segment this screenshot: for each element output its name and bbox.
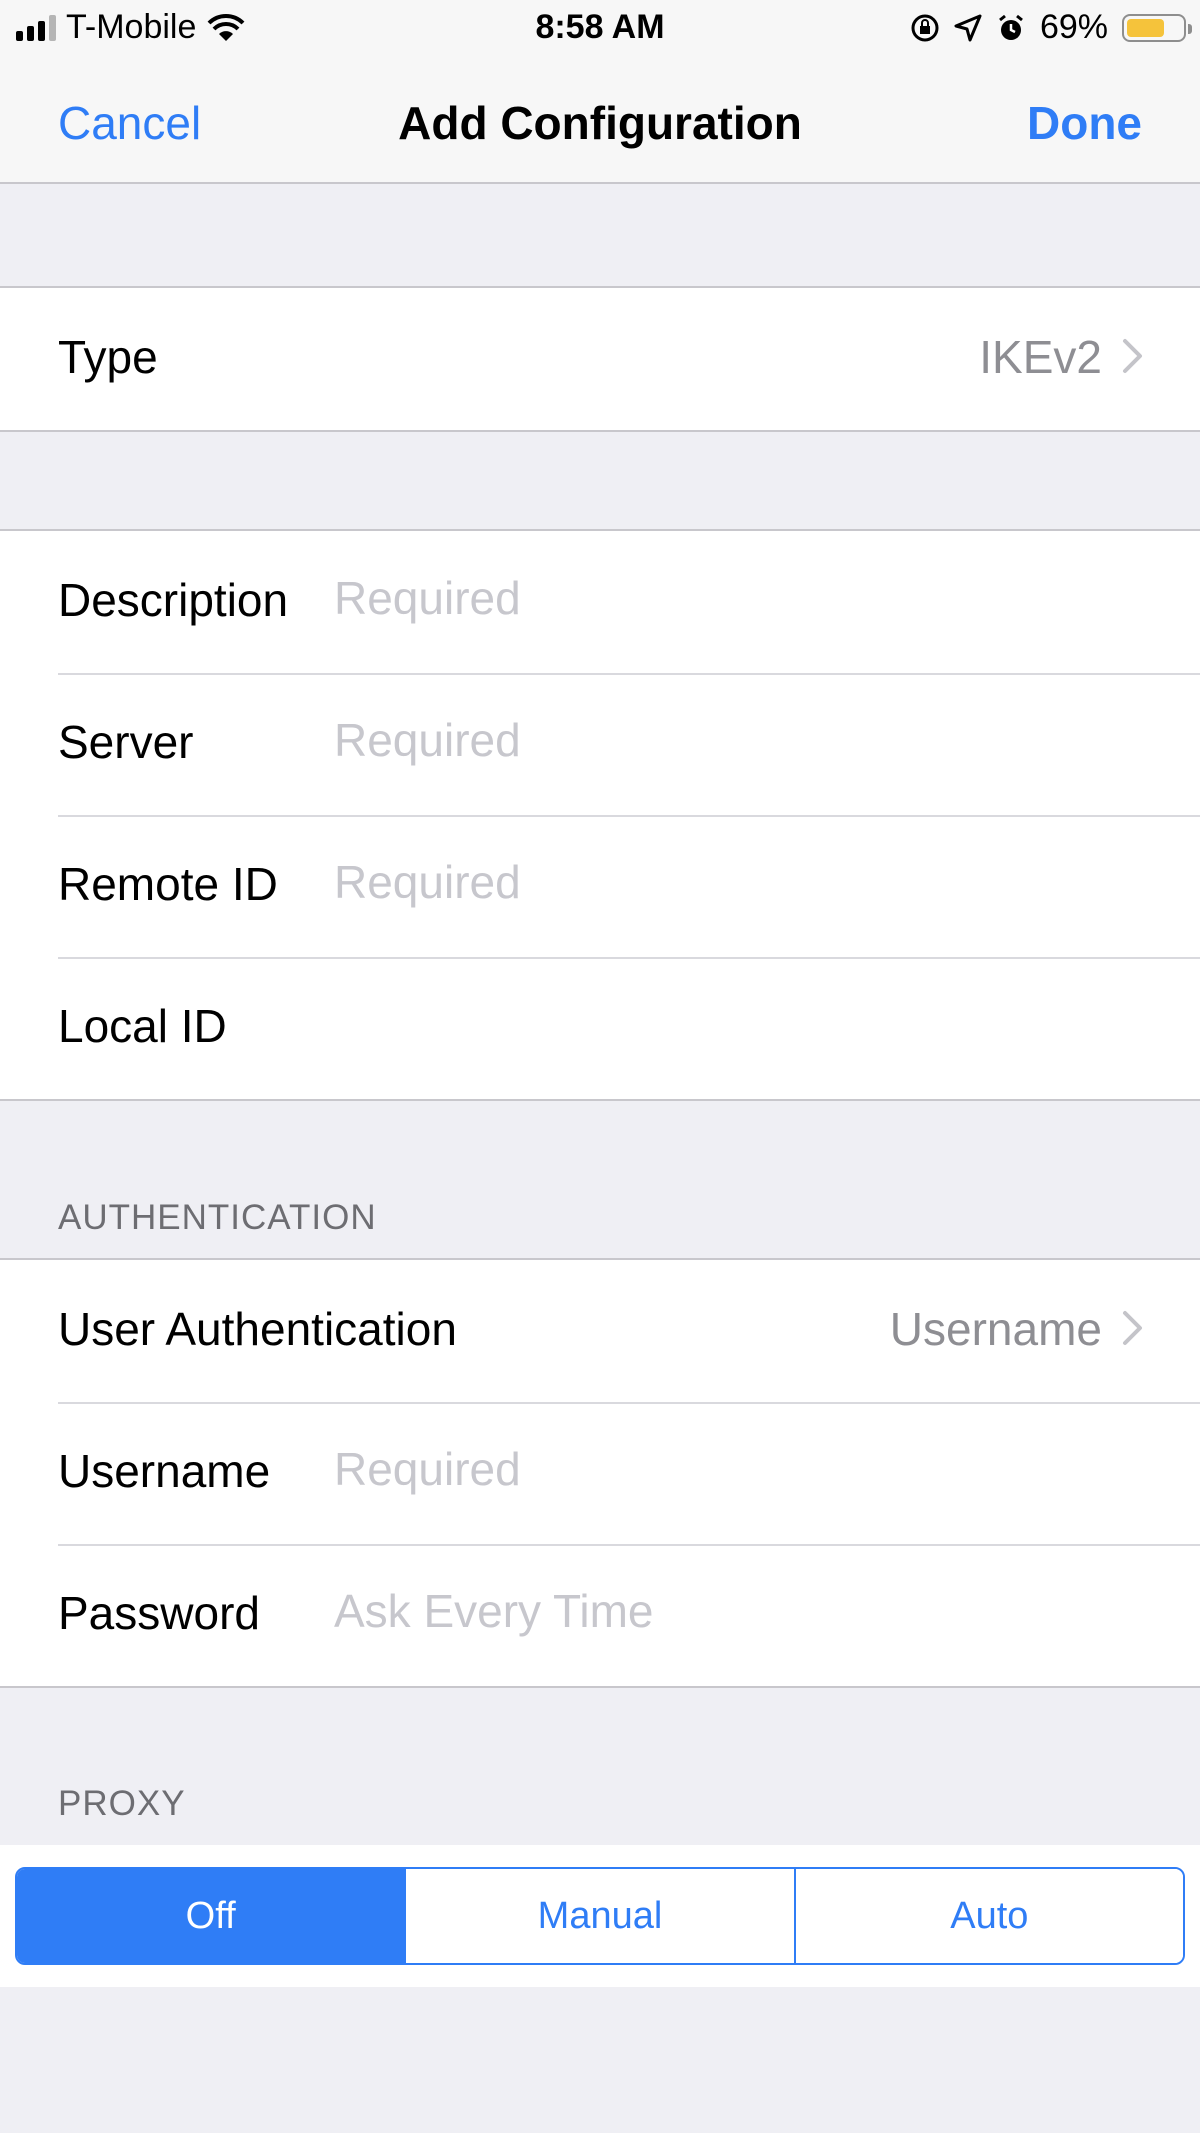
status-bar-right: 69% <box>910 8 1192 47</box>
description-row: Description <box>0 531 1200 673</box>
status-bar: T-Mobile 8:58 AM 69% <box>0 0 1200 62</box>
description-field[interactable] <box>334 571 1154 625</box>
proxy-option-manual[interactable]: Manual <box>404 1869 794 1963</box>
type-value: IKEv2 <box>979 331 1102 383</box>
local-id-row: Local ID <box>0 957 1200 1099</box>
page-title: Add Configuration <box>398 97 802 149</box>
user-authentication-value: Username <box>889 1303 1102 1355</box>
username-label: Username <box>58 1445 271 1497</box>
password-label: Password <box>58 1587 260 1639</box>
location-icon <box>954 14 982 41</box>
proxy-option-off[interactable]: Off <box>17 1869 405 1963</box>
remote-id-row: Remote ID <box>0 815 1200 957</box>
proxy-segmented-control: Off Manual Auto <box>15 1867 1185 1965</box>
username-field[interactable] <box>334 1442 1154 1496</box>
password-row: Password <box>0 1544 1200 1686</box>
type-group: Type IKEv2 <box>0 286 1200 432</box>
proxy-option-auto[interactable]: Auto <box>793 1869 1183 1963</box>
navigation-bar: Cancel Add Configuration Done <box>0 62 1200 184</box>
authentication-group: User Authentication Username Username Pa… <box>0 1258 1200 1688</box>
orientation-lock-icon <box>911 14 939 41</box>
battery-percent: 69% <box>1039 8 1108 46</box>
server-row: Server <box>0 673 1200 815</box>
authentication-section-header: AUTHENTICATION <box>58 1198 377 1237</box>
alarm-icon <box>999 14 1023 40</box>
battery-icon <box>1122 13 1192 42</box>
user-authentication-label: User Authentication <box>58 1303 457 1355</box>
chevron-right-icon <box>1123 339 1142 373</box>
chevron-right-icon <box>1123 1311 1142 1345</box>
type-label: Type <box>58 331 158 383</box>
type-row[interactable]: Type IKEv2 <box>0 288 1200 430</box>
battery-fill <box>1127 18 1165 37</box>
server-label: Server <box>58 716 194 768</box>
remote-id-label: Remote ID <box>58 858 278 910</box>
configuration-group: Description Server Remote ID Local ID <box>0 529 1200 1101</box>
remote-id-field[interactable] <box>334 855 1154 909</box>
username-row: Username <box>0 1402 1200 1544</box>
done-button[interactable]: Done <box>1027 96 1142 150</box>
password-field[interactable] <box>334 1584 1154 1638</box>
proxy-section-header: PROXY <box>58 1784 186 1823</box>
server-field[interactable] <box>334 713 1154 767</box>
description-label: Description <box>58 574 289 626</box>
local-id-field[interactable] <box>334 997 1154 1051</box>
local-id-label: Local ID <box>58 1000 227 1052</box>
proxy-band: Off Manual Auto <box>0 1845 1200 1987</box>
user-authentication-row[interactable]: User Authentication Username <box>0 1260 1200 1402</box>
